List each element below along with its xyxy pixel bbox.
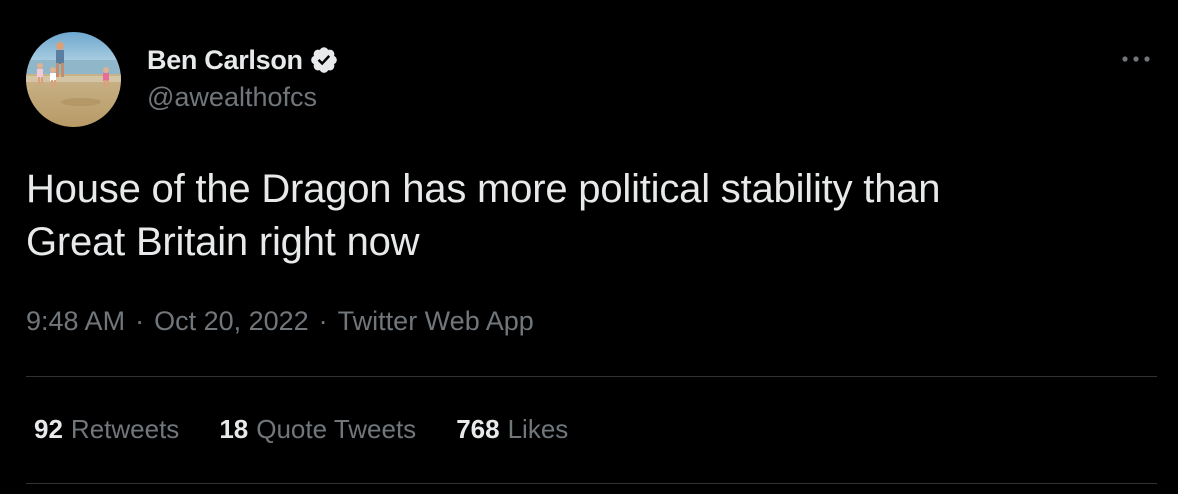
tweet-source[interactable]: Twitter Web App xyxy=(338,306,534,337)
divider xyxy=(26,483,1157,484)
divider xyxy=(26,376,1157,377)
more-options-button[interactable] xyxy=(1118,44,1154,74)
quote-tweets-count: 18 xyxy=(219,414,249,444)
quote-tweets-label: Quote Tweets xyxy=(256,414,417,444)
verified-badge-icon xyxy=(309,45,339,75)
tweet-date[interactable]: Oct 20, 2022 xyxy=(154,306,309,337)
avatar-photo xyxy=(26,32,121,127)
author-handle[interactable]: @awealthofcs xyxy=(147,82,317,113)
tweet-time[interactable]: 9:48 AM xyxy=(26,306,125,337)
tweet-text: House of the Dragon has more political s… xyxy=(26,163,1146,269)
retweets-stat[interactable]: 92 Retweets xyxy=(34,414,179,445)
tweet-meta: 9:48 AM · Oct 20, 2022 · Twitter Web App xyxy=(26,306,534,337)
author-display-name[interactable]: Ben Carlson xyxy=(147,45,303,76)
meta-separator: · xyxy=(318,306,328,336)
tweet-text-line: Great Britain right now xyxy=(26,220,420,264)
retweets-count: 92 xyxy=(34,414,63,444)
quote-tweets-stat[interactable]: 18 Quote Tweets xyxy=(219,414,416,445)
tweet-card: Ben Carlson @awealthofcs House of the Dr… xyxy=(0,0,1178,494)
meta-separator: · xyxy=(135,306,145,336)
tweet-stats: 92 Retweets 18 Quote Tweets 768 Likes xyxy=(34,414,568,445)
retweets-label: Retweets xyxy=(70,414,180,444)
likes-stat[interactable]: 768 Likes xyxy=(456,414,568,445)
author-name-row: Ben Carlson xyxy=(147,42,339,78)
likes-label: Likes xyxy=(507,414,569,444)
tweet-text-line: House of the Dragon has more political s… xyxy=(26,167,941,211)
more-horizontal-icon xyxy=(1122,56,1150,62)
avatar[interactable] xyxy=(26,32,121,127)
likes-count: 768 xyxy=(456,414,500,444)
